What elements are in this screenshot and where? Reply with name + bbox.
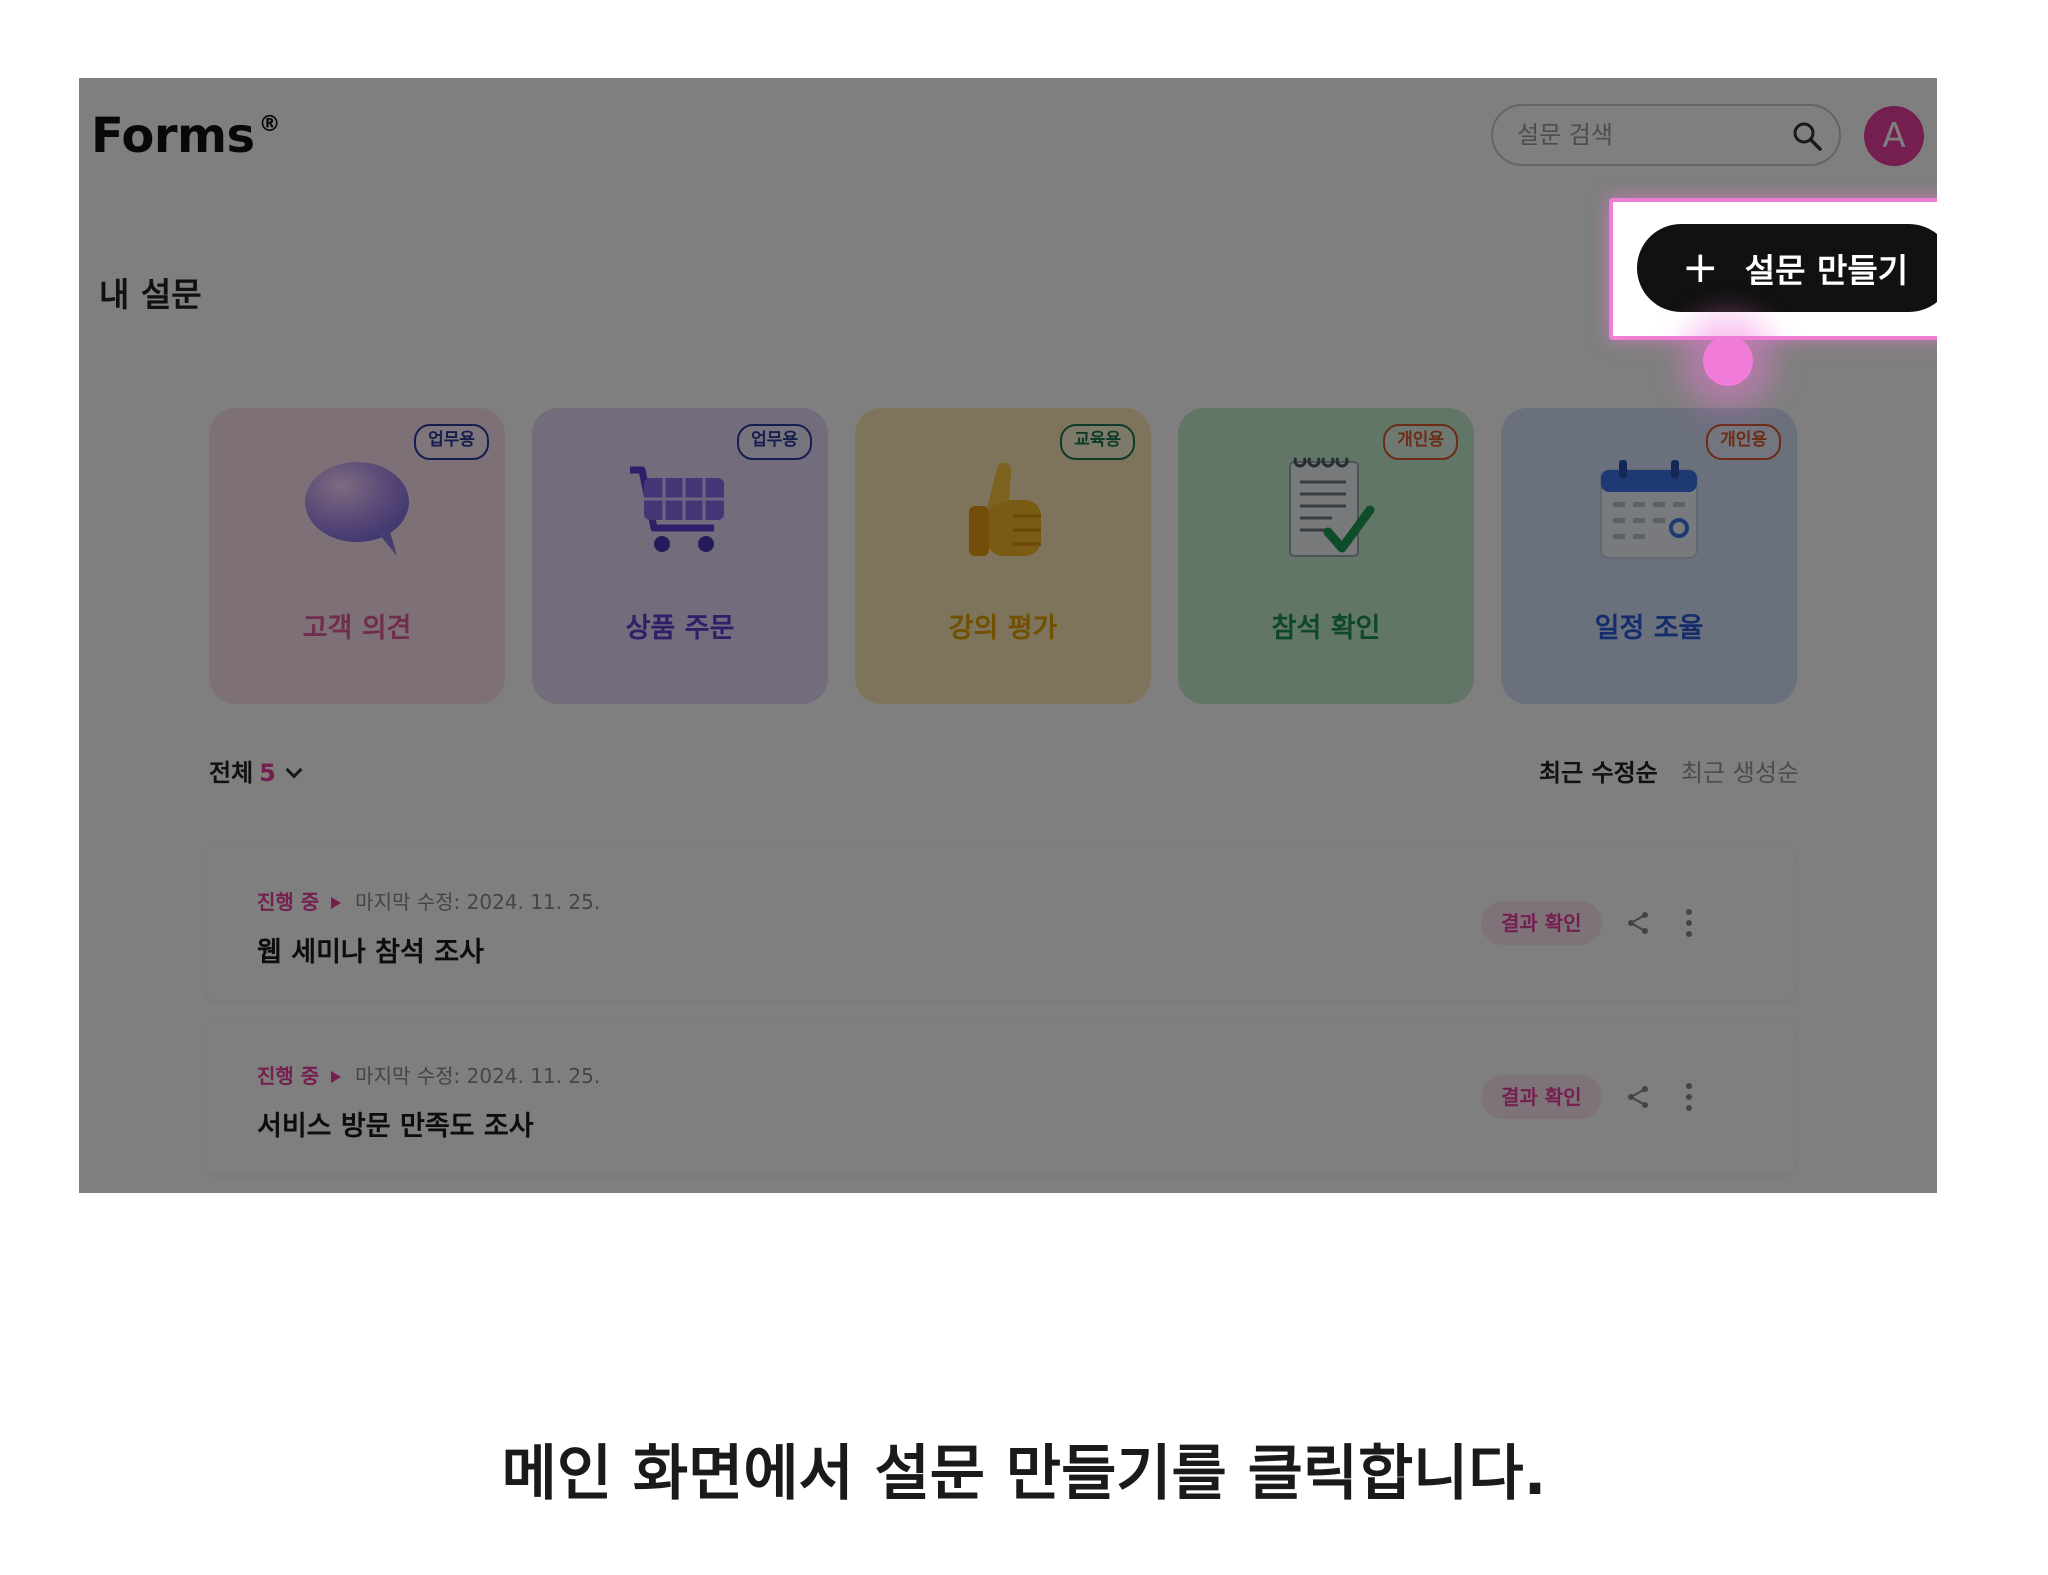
click-indicator [1703, 336, 1753, 386]
plus-icon: + [1681, 242, 1719, 293]
instruction-caption: 메인 화면에서 설문 만들기를 클릭합니다. [501, 1439, 1547, 1509]
create-survey-label: 설문 만들기 [1744, 251, 1909, 290]
app-screenshot: Forms® 설문 검색 A 내 설문 업무용 고객 의견 업무용 상품 주문 [79, 78, 1937, 1193]
create-survey-button[interactable]: + 설문 만들기 [1637, 224, 1937, 312]
